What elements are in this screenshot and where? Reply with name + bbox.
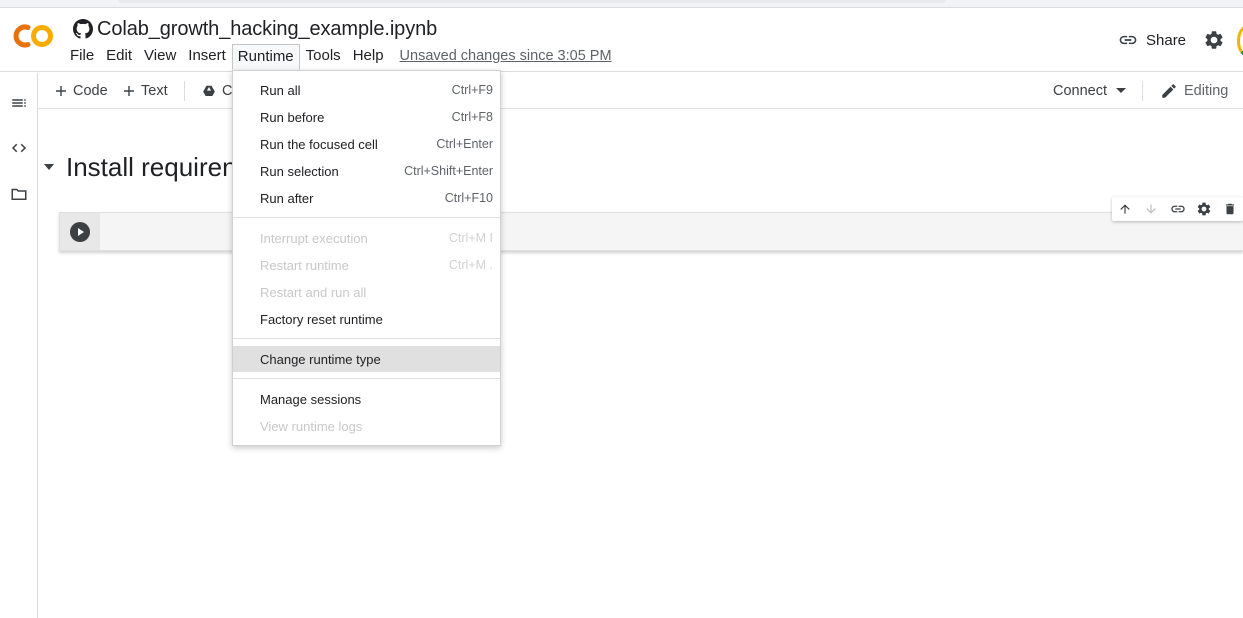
menu-runtime[interactable]: Runtime [231, 44, 300, 70]
runtime-menu-dropdown: Run all Ctrl+F9 Run before Ctrl+F8 Run t… [232, 70, 501, 446]
menu-item-view-runtime-logs: View runtime logs [233, 413, 500, 439]
title-row: Colab_growth_hacking_example.ipynb [73, 17, 437, 41]
menu-item-run-selection[interactable]: Run selection Ctrl+Shift+Enter [233, 158, 500, 184]
menu-item-label: Run the focused cell [260, 136, 378, 152]
menu-separator [233, 378, 500, 379]
caret-down-icon [1116, 88, 1126, 93]
menu-help[interactable]: Help [347, 43, 390, 69]
menu-separator [233, 338, 500, 339]
files-folder-icon[interactable] [9, 184, 29, 204]
cell-gutter [60, 213, 100, 250]
menu-item-label: Factory reset runtime [260, 311, 383, 327]
menu-separator [233, 217, 500, 218]
menu-view[interactable]: View [138, 43, 182, 69]
add-text-label: Text [141, 83, 168, 99]
menu-item-label: View runtime logs [260, 418, 363, 434]
menu-item-label: Restart and run all [260, 284, 367, 300]
settings-gear-icon[interactable] [1203, 29, 1225, 51]
editing-label: Editing [1184, 83, 1229, 99]
pencil-icon [1162, 84, 1176, 98]
unsaved-changes-link[interactable]: Unsaved changes since 3:05 PM [400, 48, 612, 64]
menu-item-label: Restart runtime [260, 257, 349, 273]
menu-file[interactable]: File [64, 43, 100, 69]
link-icon [1119, 35, 1137, 45]
cell-toolbar [1112, 197, 1243, 221]
move-down-icon[interactable] [1138, 197, 1164, 221]
header: Colab_growth_hacking_example.ipynb File … [0, 8, 1243, 72]
menu-item-label: Manage sessions [260, 391, 362, 407]
connect-label: Connect [1053, 83, 1108, 99]
section-title: Install requiren [66, 151, 237, 182]
collapse-caret-icon[interactable] [44, 164, 54, 170]
notebook-toolbar: Code Text C Connect Editing [38, 73, 1243, 109]
copy-to-drive-label: C [222, 83, 233, 99]
connect-dropdown-button[interactable] [1116, 81, 1126, 101]
menu-item-shortcut: Ctrl+M . [448, 258, 493, 272]
copy-to-drive-button[interactable]: C [202, 81, 232, 101]
link-to-cell-icon[interactable] [1164, 197, 1190, 221]
share-label: Share [1146, 31, 1187, 49]
table-of-contents-icon[interactable] [9, 93, 29, 113]
code-snippets-icon[interactable] [9, 138, 29, 158]
menu-item-shortcut: Ctrl+F8 [451, 110, 493, 124]
menu-item-shortcut: Ctrl+Enter [436, 137, 493, 151]
menu-item-label: Interrupt execution [260, 230, 368, 246]
cell-settings-gear-icon[interactable] [1191, 197, 1217, 221]
menu-item-label: Run selection [260, 163, 339, 179]
browser-url-pill [118, 0, 946, 3]
menu-item-restart-runtime: Restart runtime Ctrl+M . [233, 252, 500, 278]
plus-icon [56, 86, 66, 96]
avatar[interactable] [1237, 26, 1243, 56]
connect-button[interactable]: Connect [1053, 81, 1107, 101]
toolbar-divider [184, 81, 185, 101]
menu-item-run-focused-cell[interactable]: Run the focused cell Ctrl+Enter [233, 131, 500, 157]
menu-item-label: Run all [260, 82, 301, 98]
menubar: File Edit View Insert Runtime Tools Help… [64, 42, 612, 70]
add-code-button[interactable]: Code [55, 81, 108, 101]
menu-edit[interactable]: Edit [100, 43, 138, 69]
browser-strip [0, 0, 1243, 8]
notebook-title[interactable]: Colab_growth_hacking_example.ipynb [97, 18, 437, 41]
menu-item-label: Run before [260, 109, 325, 125]
menu-item-restart-and-run-all: Restart and run all [233, 279, 500, 305]
menu-item-label: Run after [260, 190, 314, 206]
menu-item-shortcut: Ctrl+Shift+Enter [404, 164, 493, 178]
menu-item-factory-reset-runtime[interactable]: Factory reset runtime [233, 306, 500, 332]
section-heading: Install requiren [44, 150, 237, 184]
left-rail [0, 73, 38, 618]
menu-item-interrupt-execution: Interrupt execution Ctrl+M I [233, 225, 500, 251]
run-cell-button[interactable] [70, 222, 90, 242]
menu-item-manage-sessions[interactable]: Manage sessions [233, 386, 500, 412]
delete-trash-icon[interactable] [1217, 197, 1243, 221]
menu-insert[interactable]: Insert [182, 43, 232, 69]
menu-item-run-after[interactable]: Run after Ctrl+F10 [233, 185, 500, 211]
menu-item-shortcut: Ctrl+F10 [444, 191, 493, 205]
add-text-button[interactable]: Text [123, 81, 168, 101]
menu-item-change-runtime-type[interactable]: Change runtime type [233, 346, 500, 372]
menu-tools[interactable]: Tools [300, 43, 347, 69]
github-icon [73, 19, 93, 39]
menu-item-shortcut: Ctrl+M I [448, 231, 493, 245]
share-button[interactable]: Share [1118, 28, 1186, 52]
colab-logo-icon[interactable] [12, 22, 56, 50]
move-up-icon[interactable] [1112, 197, 1138, 221]
menu-item-run-all[interactable]: Run all Ctrl+F9 [233, 77, 500, 103]
plus-icon [124, 86, 134, 96]
menu-item-shortcut: Ctrl+F9 [451, 83, 493, 97]
drive-icon [203, 85, 215, 96]
menu-item-run-before[interactable]: Run before Ctrl+F8 [233, 104, 500, 130]
toolbar-divider [1142, 81, 1143, 101]
add-code-label: Code [73, 83, 108, 99]
editing-mode-button[interactable]: Editing [1160, 81, 1228, 101]
menu-item-label: Change runtime type [260, 351, 381, 367]
